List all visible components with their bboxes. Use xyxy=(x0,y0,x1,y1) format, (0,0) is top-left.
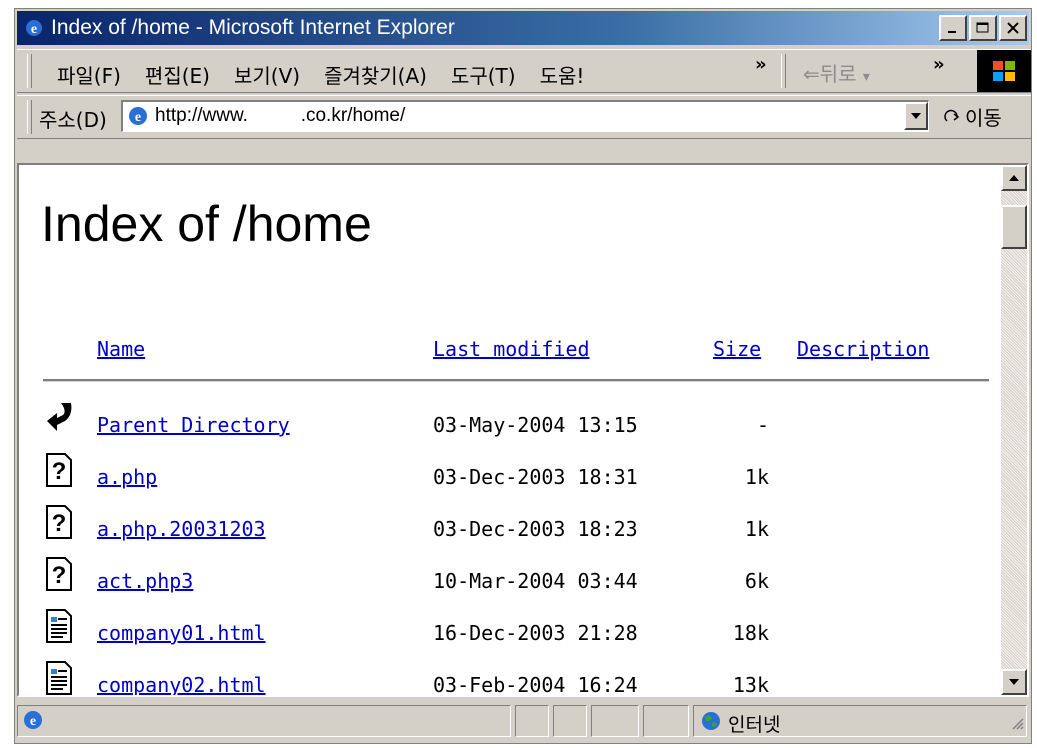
file-date: 03-Feb-2004 16:24 xyxy=(433,673,638,695)
status-bar: e 인터넷 xyxy=(17,703,1031,741)
table-row: ? a.php.20031203 03-Dec-2003 18:23 1k xyxy=(19,505,1005,553)
toolbar-overflow-chevron[interactable]: » xyxy=(933,54,945,75)
window-title: Index of /home - Microsoft Internet Expl… xyxy=(51,16,455,39)
maximize-button[interactable] xyxy=(969,15,997,41)
resize-grip-icon[interactable] xyxy=(1010,715,1024,734)
vertical-scrollbar[interactable] xyxy=(1001,165,1027,695)
svg-text:?: ? xyxy=(52,562,67,589)
status-panel xyxy=(643,705,689,737)
back-arrow-icon xyxy=(45,401,73,437)
back-dropdown-icon: ▾ xyxy=(862,69,870,85)
back-label: ⇐뒤로 xyxy=(803,62,857,86)
file-size: 18k xyxy=(732,621,769,645)
status-main-panel: e xyxy=(17,705,511,737)
address-label: 주소(D) xyxy=(39,108,107,132)
title-bar[interactable]: e Index of /home - Microsoft Internet Ex… xyxy=(17,11,1029,45)
svg-text:?: ? xyxy=(52,458,67,485)
unknown-file-icon: ? xyxy=(45,453,73,489)
file-link[interactable]: Parent Directory xyxy=(97,413,290,437)
file-date: 03-Dec-2003 18:31 xyxy=(433,465,638,489)
window-controls xyxy=(939,15,1027,41)
menu-file[interactable]: 파일(F) xyxy=(45,56,133,93)
file-link[interactable]: a.php.20031203 xyxy=(97,517,266,541)
address-dropdown-button[interactable] xyxy=(904,102,928,130)
menu-edit[interactable]: 편집(E) xyxy=(133,56,222,93)
unknown-file-icon: ? xyxy=(45,557,73,593)
file-date: 10-Mar-2004 03:44 xyxy=(433,569,638,593)
ie-logo-icon: e xyxy=(23,17,45,39)
table-row: company02.html 03-Feb-2004 16:24 13k xyxy=(19,661,1005,695)
address-grip[interactable] xyxy=(27,100,32,134)
page-title: Index of /home xyxy=(41,196,372,252)
ie-window: e Index of /home - Microsoft Internet Ex… xyxy=(14,8,1032,744)
scroll-thumb[interactable] xyxy=(1001,205,1027,249)
table-row: ? act.php3 10-Mar-2004 03:44 6k xyxy=(19,557,1005,605)
menu-bar: 파일(F) 편집(E) 보기(V) 즐겨찾기(A) 도구(T) 도움! » ⇐뒤… xyxy=(17,49,1031,93)
security-zone-label: 인터넷 xyxy=(728,714,781,736)
file-date: 03-May-2004 13:15 xyxy=(433,413,638,437)
file-size: 13k xyxy=(732,673,769,695)
svg-text:e: e xyxy=(135,110,141,125)
table-row: Parent Directory 03-May-2004 13:15 - xyxy=(19,401,1005,449)
file-size: 1k xyxy=(744,517,769,541)
status-page-icon: e xyxy=(22,709,44,735)
column-header-name[interactable]: Name xyxy=(97,337,145,361)
file-size: - xyxy=(756,413,769,437)
file-date: 16-Dec-2003 21:28 xyxy=(433,621,638,645)
table-row: company01.html 16-Dec-2003 21:28 18k xyxy=(19,609,1005,657)
file-date: 03-Dec-2003 18:23 xyxy=(433,517,638,541)
status-panel xyxy=(553,705,587,737)
address-input[interactable]: e http://www. .co.kr/home/ xyxy=(121,100,929,132)
status-panel xyxy=(515,705,549,737)
menu-favorites[interactable]: 즐겨찾기(A) xyxy=(312,56,439,93)
windows-logo-icon xyxy=(977,50,1031,92)
address-url: http://www. .co.kr/home/ xyxy=(155,105,406,126)
column-header-description[interactable]: Description xyxy=(797,337,929,361)
back-button[interactable]: ⇐뒤로 ▾ xyxy=(803,58,870,87)
address-bar: 주소(D) e http://www. .co.kr/home/ 이동 xyxy=(17,95,1031,139)
file-link[interactable]: company01.html xyxy=(97,621,266,645)
table-row: ? a.php 03-Dec-2003 18:31 1k xyxy=(19,453,1005,501)
menu-items: 파일(F) 편집(E) 보기(V) 즐겨찾기(A) 도구(T) 도움! xyxy=(45,56,596,93)
column-header-size[interactable]: Size xyxy=(713,337,761,361)
menu-help[interactable]: 도움! xyxy=(528,56,597,93)
svg-text:e: e xyxy=(31,22,37,37)
svg-text:?: ? xyxy=(52,510,67,537)
html-file-icon xyxy=(45,661,73,695)
file-size: 1k xyxy=(744,465,769,489)
scroll-up-button[interactable] xyxy=(1001,165,1027,191)
status-zone-panel: 인터넷 xyxy=(693,705,1027,737)
go-button[interactable]: 이동 xyxy=(943,102,1002,131)
go-label: 이동 xyxy=(965,106,1002,130)
menu-view[interactable]: 보기(V) xyxy=(222,56,312,93)
menu-overflow-chevron[interactable]: » xyxy=(755,54,767,75)
svg-text:e: e xyxy=(30,714,36,729)
file-size: 6k xyxy=(744,569,769,593)
header-divider xyxy=(43,379,989,382)
column-header-last-modified[interactable]: Last modified xyxy=(433,337,590,361)
toolbar-grip[interactable] xyxy=(27,54,32,88)
internet-globe-icon xyxy=(700,710,722,736)
minimize-button[interactable] xyxy=(939,15,967,41)
html-file-icon xyxy=(45,609,73,645)
file-link[interactable]: act.php3 xyxy=(97,569,193,593)
menu-tools[interactable]: 도구(T) xyxy=(439,56,528,93)
close-button[interactable] xyxy=(999,15,1027,41)
unknown-file-icon: ? xyxy=(45,505,73,541)
page-icon: e xyxy=(127,105,149,131)
file-link[interactable]: a.php xyxy=(97,465,157,489)
file-link[interactable]: company02.html xyxy=(97,673,266,695)
go-arrow-icon xyxy=(944,109,960,122)
status-panel xyxy=(591,705,639,737)
scroll-down-button[interactable] xyxy=(1001,669,1027,695)
toolbar-grip-2[interactable] xyxy=(781,54,786,88)
page-content: Index of /home Name Last modified Size D… xyxy=(19,165,1005,695)
